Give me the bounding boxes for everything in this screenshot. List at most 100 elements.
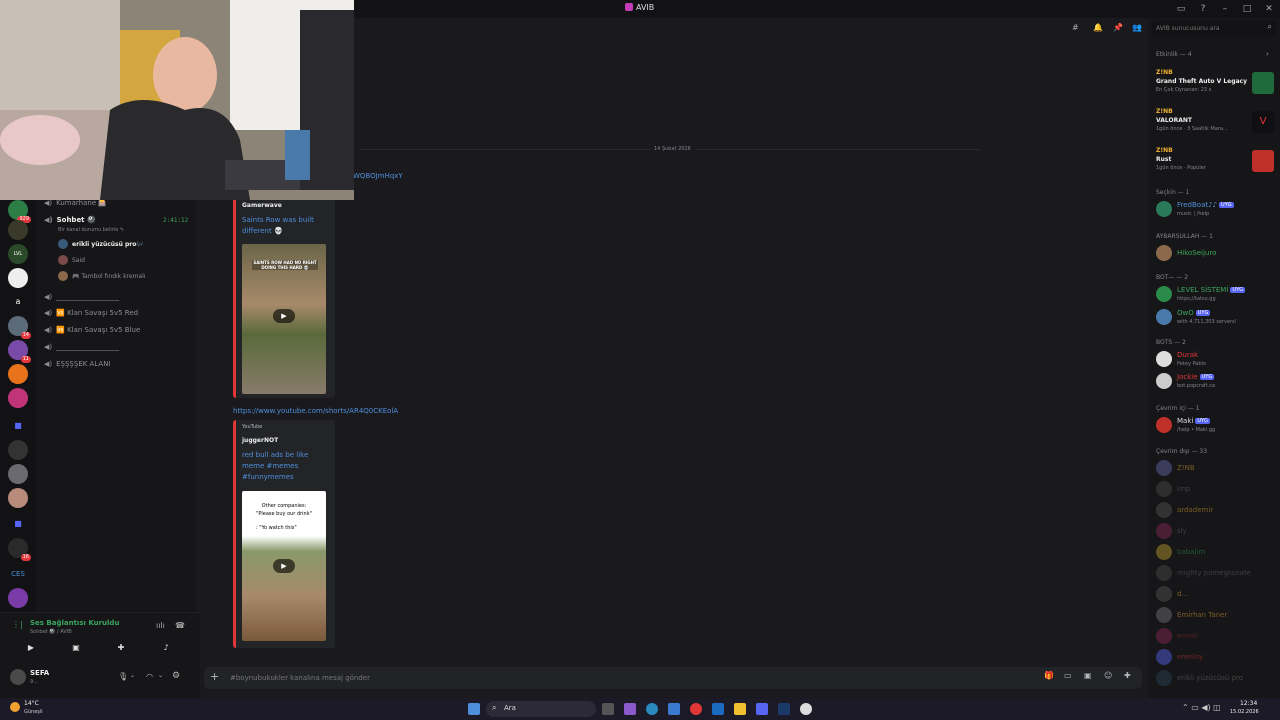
chrome-icon[interactable] xyxy=(690,703,702,715)
headphones-icon[interactable]: ◠ xyxy=(146,672,153,681)
avatar[interactable] xyxy=(10,669,26,685)
store-icon[interactable] xyxy=(668,703,680,715)
voice-channel[interactable]: ◀) Kumarhane 🎰 xyxy=(44,199,107,207)
member-item[interactable]: HikoSeijuro xyxy=(1156,243,1278,265)
chrome-icon[interactable] xyxy=(800,703,812,715)
gif-icon[interactable]: ▭ xyxy=(1064,671,1072,680)
server-icon[interactable]: 14 xyxy=(8,316,31,339)
member-item[interactable]: FredBoat♪♪ UYG music | /help xyxy=(1156,199,1278,221)
server-icon[interactable]: 929 xyxy=(8,200,31,223)
member-item[interactable]: Emirhan Taner xyxy=(1156,605,1278,627)
server-icon[interactable]: a xyxy=(8,292,28,312)
video-thumbnail[interactable]: Other companies: "Please buy our drink" … xyxy=(242,491,326,641)
windows-start-icon[interactable] xyxy=(468,703,480,715)
server-icon[interactable]: CES xyxy=(8,564,28,584)
chevron-right-icon[interactable]: › xyxy=(1266,50,1269,58)
disconnect-icon[interactable]: ☎ xyxy=(175,621,185,630)
gift-icon[interactable]: 🎁 xyxy=(1044,671,1054,680)
server-icon[interactable]: 11 xyxy=(8,340,31,363)
member-item[interactable]: Durak Petey Pablo xyxy=(1156,349,1278,371)
member-item[interactable]: babajim xyxy=(1156,542,1278,564)
server-icon[interactable] xyxy=(8,220,28,240)
play-icon[interactable]: ▶ xyxy=(273,559,295,573)
embed-author[interactable]: juggerNOT xyxy=(242,437,278,444)
activity-card[interactable]: Z!NB Rust 1gün önce · Popüler xyxy=(1156,146,1278,176)
member-item[interactable]: erenloy xyxy=(1156,647,1278,669)
voice-channel[interactable]: ◀) __________________ xyxy=(44,293,119,301)
clock-time[interactable]: 12:34 xyxy=(1240,700,1257,707)
server-icon[interactable]: LVL xyxy=(8,244,28,264)
member-item[interactable]: erikli yüzücüsü pro xyxy=(1156,668,1278,690)
message-link[interactable]: WQBOJmHqxY xyxy=(353,172,403,180)
channel-status[interactable]: Bir kanal durumu belirle ✎ xyxy=(58,227,124,233)
task-view-icon[interactable] xyxy=(602,703,614,715)
edge-icon[interactable] xyxy=(646,703,658,715)
help-icon[interactable]: ? xyxy=(1192,0,1214,18)
voice-channel[interactable]: ◀) __________________ xyxy=(44,343,119,351)
message-input[interactable] xyxy=(230,670,1010,686)
member-item[interactable]: emrel xyxy=(1156,626,1278,648)
member-list-icon[interactable]: 👥 xyxy=(1132,23,1142,32)
voice-status[interactable]: Ses Bağlantısı Kuruldu xyxy=(30,619,119,627)
taskbar-search[interactable]: ⌕ Ara xyxy=(486,701,596,717)
add-attachment-icon[interactable]: + xyxy=(210,670,219,683)
member-item[interactable]: Jockie UYG bot.popcraft.ca xyxy=(1156,371,1278,393)
embed-title[interactable]: red bull ads be like meme #memes #funnym… xyxy=(242,450,326,483)
screen-share-icon[interactable]: ▣ xyxy=(67,643,85,657)
voice-user[interactable]: erikli yüzücüsü pro🎶 xyxy=(58,239,144,249)
embed-title[interactable]: Saints Row was built different 💀 xyxy=(242,215,326,237)
sticker-icon[interactable]: ▣ xyxy=(1084,671,1092,680)
file-explorer-icon[interactable] xyxy=(734,703,746,715)
voice-channel[interactable]: ◀) 🆚 Klan Savaşı 5v5 Red xyxy=(44,309,138,317)
search-input[interactable] xyxy=(1156,22,1260,34)
voice-channel[interactable]: ◀) EŞŞŞŞEK ALANI xyxy=(44,360,111,368)
emoji-icon[interactable]: ☺ xyxy=(1104,671,1112,680)
member-item[interactable]: sly xyxy=(1156,521,1278,543)
steam-icon[interactable] xyxy=(778,703,790,715)
member-item[interactable]: d... xyxy=(1156,584,1278,606)
soundboard-icon[interactable]: ♪ xyxy=(157,643,175,657)
camera-icon[interactable]: ▶ xyxy=(22,643,40,657)
close-button[interactable]: ✕ xyxy=(1258,0,1280,18)
settings-gear-icon[interactable]: ⚙ xyxy=(172,671,180,681)
member-item[interactable]: ardademir xyxy=(1156,500,1278,522)
member-item[interactable]: Imp xyxy=(1156,479,1278,501)
message-link[interactable]: https://www.youtube.com/shorts/AR4Q0CKEo… xyxy=(233,407,398,415)
threads-icon[interactable]: # xyxy=(1072,23,1079,32)
app-icon[interactable] xyxy=(624,703,636,715)
folder-icon[interactable]: ■ xyxy=(8,514,28,534)
search-box[interactable]: ⌕ xyxy=(1152,21,1276,35)
server-icon[interactable] xyxy=(8,464,28,484)
noise-suppression-icon[interactable]: ıılı xyxy=(156,621,165,630)
member-item[interactable]: mighty pomegranate xyxy=(1156,563,1278,585)
server-icon[interactable] xyxy=(8,588,28,608)
server-icon[interactable]: 16 xyxy=(8,538,31,561)
outlook-icon[interactable] xyxy=(712,703,724,715)
video-thumbnail[interactable]: SAINTS ROW HAD NO RIGHT DOING THIS HARD … xyxy=(242,244,326,394)
member-item[interactable]: LEVEL SİSTEMİ UYG https://tatsu.gg xyxy=(1156,284,1278,306)
weather-label[interactable]: Güneşli xyxy=(24,709,43,715)
server-icon[interactable] xyxy=(8,488,28,508)
activity-card[interactable]: Z!NB VALORANT 1gün önce · 3 Saatlik Mara… xyxy=(1156,107,1278,137)
member-item[interactable]: OwO UYG with 4,711,303 servers! xyxy=(1156,307,1278,329)
activity-card[interactable]: Z!NB Grand Theft Auto V Legacy En Çok Oy… xyxy=(1156,68,1278,98)
pin-icon[interactable]: 📌 xyxy=(1113,23,1123,32)
clock-date[interactable]: 15.02.2026 xyxy=(1230,709,1259,715)
member-item[interactable]: Maki UYG/help • Maki.gg xyxy=(1156,415,1278,437)
discord-icon[interactable] xyxy=(756,703,768,715)
bell-icon[interactable]: 🔔 xyxy=(1093,23,1103,32)
voice-user[interactable]: 🎮 Tambol fındık kremalı xyxy=(58,271,145,281)
embed-author[interactable]: Gamerwave xyxy=(242,202,282,209)
inbox-icon[interactable]: ▭ xyxy=(1170,0,1192,18)
server-icon[interactable] xyxy=(8,440,28,460)
activity-icon[interactable]: ✚ xyxy=(112,643,130,657)
server-icon[interactable] xyxy=(8,364,28,384)
chevron-down-icon[interactable]: ⌄ xyxy=(158,672,163,679)
server-icon[interactable] xyxy=(8,388,28,408)
voice-channel-name[interactable]: Sohbet 🎱 / AVIB xyxy=(30,629,72,635)
microphone-icon[interactable]: 🎙 xyxy=(118,672,128,681)
minimize-button[interactable]: – xyxy=(1214,0,1236,18)
chevron-down-icon[interactable]: ⌄ xyxy=(130,672,135,679)
server-icon[interactable] xyxy=(8,268,28,288)
apps-icon[interactable]: ✚ xyxy=(1124,671,1131,680)
